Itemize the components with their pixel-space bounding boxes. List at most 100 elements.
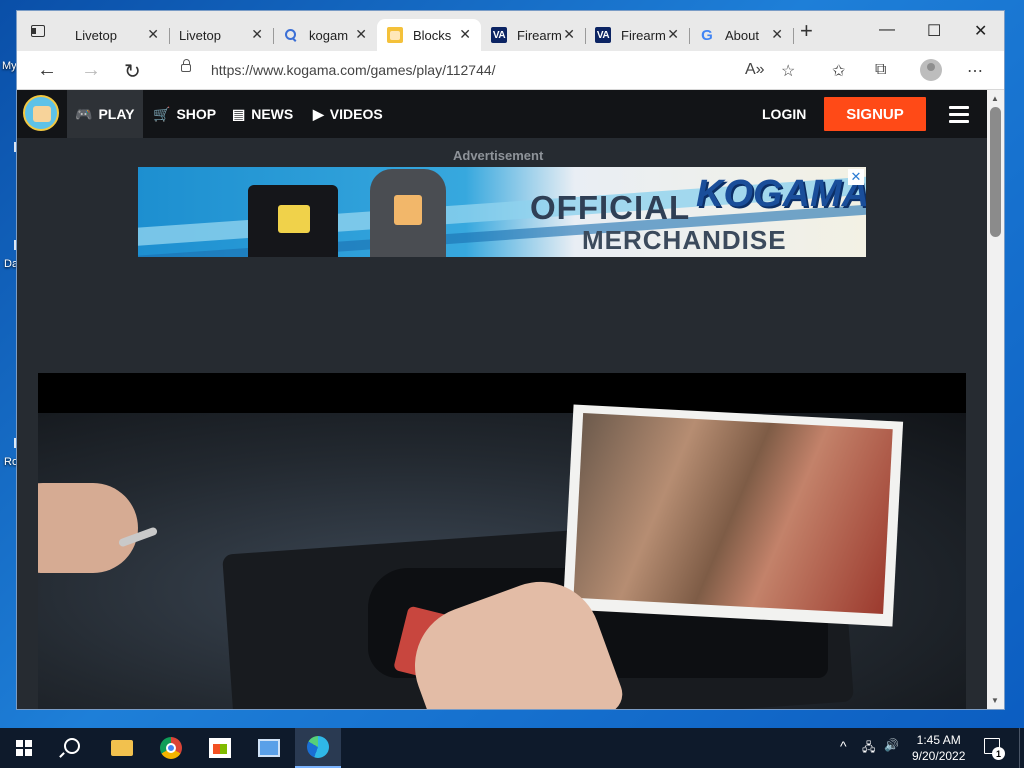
- read-aloud-icon[interactable]: A»: [745, 61, 765, 79]
- video-icon: ▶: [313, 105, 324, 122]
- tab-close-icon[interactable]: ✕: [667, 26, 679, 43]
- browser-toolbar: ← → ↻ https://www.kogama.com/games/play/…: [17, 51, 1004, 90]
- collections-icon[interactable]: ⧉: [875, 61, 886, 79]
- tab-livetop-2[interactable]: Livetop ✕: [169, 19, 274, 116]
- tab-close-icon[interactable]: ✕: [459, 26, 471, 43]
- google-icon: G: [701, 26, 713, 44]
- tshirt-image: [248, 185, 338, 257]
- tab-title: Firearm: [517, 27, 562, 43]
- store-button[interactable]: [197, 728, 243, 768]
- signup-button[interactable]: SIGNUP: [824, 97, 926, 131]
- chrome-button[interactable]: [148, 728, 194, 768]
- scroll-up-icon[interactable]: ▲: [991, 94, 999, 103]
- refresh-button[interactable]: ↻: [124, 59, 141, 84]
- hamburger-menu-icon[interactable]: [949, 106, 969, 127]
- tab-close-icon[interactable]: ✕: [147, 26, 159, 43]
- login-link[interactable]: LOGIN: [762, 106, 806, 122]
- tray-chevron-icon[interactable]: ^: [840, 738, 847, 754]
- ad-merchandise-text: MERCHANDISE: [582, 225, 787, 255]
- desktop-icon-label[interactable]: Da: [4, 258, 18, 270]
- file-explorer-button[interactable]: [99, 728, 145, 768]
- maximize-button[interactable]: ☐: [927, 21, 941, 41]
- site-navbar: 🎮 PLAY 🛒 SHOP ▤ NEWS ▶ VIDEOS LOGIN SIGN…: [17, 90, 987, 138]
- family-photo: [562, 404, 904, 627]
- tab-actions-icon[interactable]: [31, 25, 45, 37]
- chrome-icon: [160, 737, 182, 759]
- store-icon: [209, 738, 231, 758]
- tab-close-icon[interactable]: ✕: [251, 26, 263, 43]
- forward-button[interactable]: →: [81, 59, 101, 82]
- desktop-icon-label[interactable]: Ro: [4, 456, 18, 468]
- tab-about[interactable]: G About ✕: [689, 19, 794, 51]
- va-icon: VA: [595, 27, 611, 43]
- kogama-icon: [387, 27, 403, 43]
- show-desktop-button[interactable]: [1019, 728, 1024, 768]
- desktop-icon-label[interactable]: My: [2, 60, 17, 72]
- date-text: 9/20/2022: [912, 749, 966, 763]
- search-icon[interactable]: [64, 738, 80, 754]
- scroll-down-icon[interactable]: ▼: [991, 696, 999, 705]
- tab-close-icon[interactable]: ✕: [771, 26, 783, 43]
- close-window-button[interactable]: ✕: [974, 21, 987, 41]
- start-button[interactable]: [16, 740, 32, 756]
- folder-icon: [111, 740, 133, 756]
- tab-kogama-search[interactable]: kogam ✕: [273, 19, 377, 51]
- hand-left: [38, 483, 138, 573]
- ad-close-icon[interactable]: ✕: [848, 169, 864, 185]
- tab-close-icon[interactable]: ✕: [563, 26, 575, 43]
- clock[interactable]: 1:45 AM 9/20/2022: [912, 732, 965, 764]
- nav-shop-label: SHOP: [176, 106, 217, 122]
- edge-button[interactable]: [295, 728, 341, 768]
- computer-icon: [258, 739, 280, 757]
- network-icon[interactable]: 🖧: [862, 738, 875, 759]
- tab-title: About: [725, 27, 759, 43]
- tab-title: kogam: [309, 27, 349, 43]
- tab-title: Firearm: [621, 27, 666, 43]
- video-player[interactable]: [38, 373, 966, 709]
- merch-ad-banner[interactable]: OFFICIAL KOGAMA MERCHANDISE ✕: [138, 167, 866, 257]
- nav-shop[interactable]: 🛒 SHOP: [153, 90, 216, 138]
- favorites-icon[interactable]: ✩: [832, 61, 845, 81]
- nav-news[interactable]: ▤ NEWS: [232, 90, 293, 138]
- tab-close-icon[interactable]: ✕: [355, 26, 367, 43]
- notification-icon[interactable]: 1: [984, 738, 1005, 760]
- ad-official-text: OFFICIAL: [530, 189, 691, 226]
- page-scrollbar[interactable]: ▲ ▼: [987, 90, 1004, 709]
- advertisement-label: Advertisement: [453, 148, 544, 163]
- volume-icon[interactable]: 🔊: [884, 738, 899, 752]
- tab-livetop-1[interactable]: Livetop ✕: [65, 19, 170, 116]
- tab-firearm-2[interactable]: VA Firearm ✕: [585, 19, 690, 51]
- tab-blocks[interactable]: Blocks ✕: [377, 19, 481, 51]
- back-button[interactable]: ←: [37, 59, 57, 82]
- time-text: 1:45 AM: [916, 733, 961, 747]
- nav-videos[interactable]: ▶ VIDEOS: [313, 90, 383, 138]
- search-icon: [283, 27, 299, 43]
- new-tab-button[interactable]: +: [800, 20, 813, 42]
- tab-strip: Livetop ✕ Livetop ✕ kogam ✕ Blocks ✕ VA …: [17, 11, 1004, 116]
- nav-videos-label: VIDEOS: [329, 106, 383, 122]
- notification-count: 1: [992, 747, 1005, 760]
- ad-kogama-logo: KOGAMA: [696, 173, 866, 215]
- profile-avatar[interactable]: [920, 59, 942, 81]
- url-text[interactable]: https://www.kogama.com/games/play/112744…: [211, 62, 496, 78]
- lock-icon[interactable]: [181, 59, 191, 72]
- cart-icon: 🛒: [153, 105, 171, 122]
- va-icon: VA: [491, 27, 507, 43]
- address-bar[interactable]: https://www.kogama.com/games/play/112744…: [165, 55, 808, 85]
- more-menu-icon[interactable]: ⋯: [967, 61, 983, 81]
- web-page: 🎮 PLAY 🛒 SHOP ▤ NEWS ▶ VIDEOS LOGIN SIGN…: [17, 90, 987, 709]
- tab-title: Livetop: [179, 27, 221, 43]
- newspaper-icon: ▤: [232, 105, 246, 122]
- tab-firearm-1[interactable]: VA Firearm ✕: [481, 19, 586, 51]
- browser-window: Livetop ✕ Livetop ✕ kogam ✕ Blocks ✕ VA …: [17, 11, 1004, 709]
- tab-title: Blocks: [413, 27, 452, 43]
- add-favorite-icon[interactable]: ☆: [781, 61, 795, 81]
- scrollbar-thumb[interactable]: [990, 107, 1001, 237]
- taskbar: ^ 🖧 🔊 1:45 AM 9/20/2022 1: [0, 728, 1024, 768]
- minimize-button[interactable]: —: [879, 21, 895, 39]
- this-pc-button[interactable]: [246, 728, 292, 768]
- tab-title: Livetop: [75, 27, 117, 43]
- nav-play[interactable]: 🎮 PLAY: [67, 90, 143, 138]
- kogama-logo[interactable]: [23, 95, 59, 131]
- nav-play-label: PLAY: [98, 106, 135, 122]
